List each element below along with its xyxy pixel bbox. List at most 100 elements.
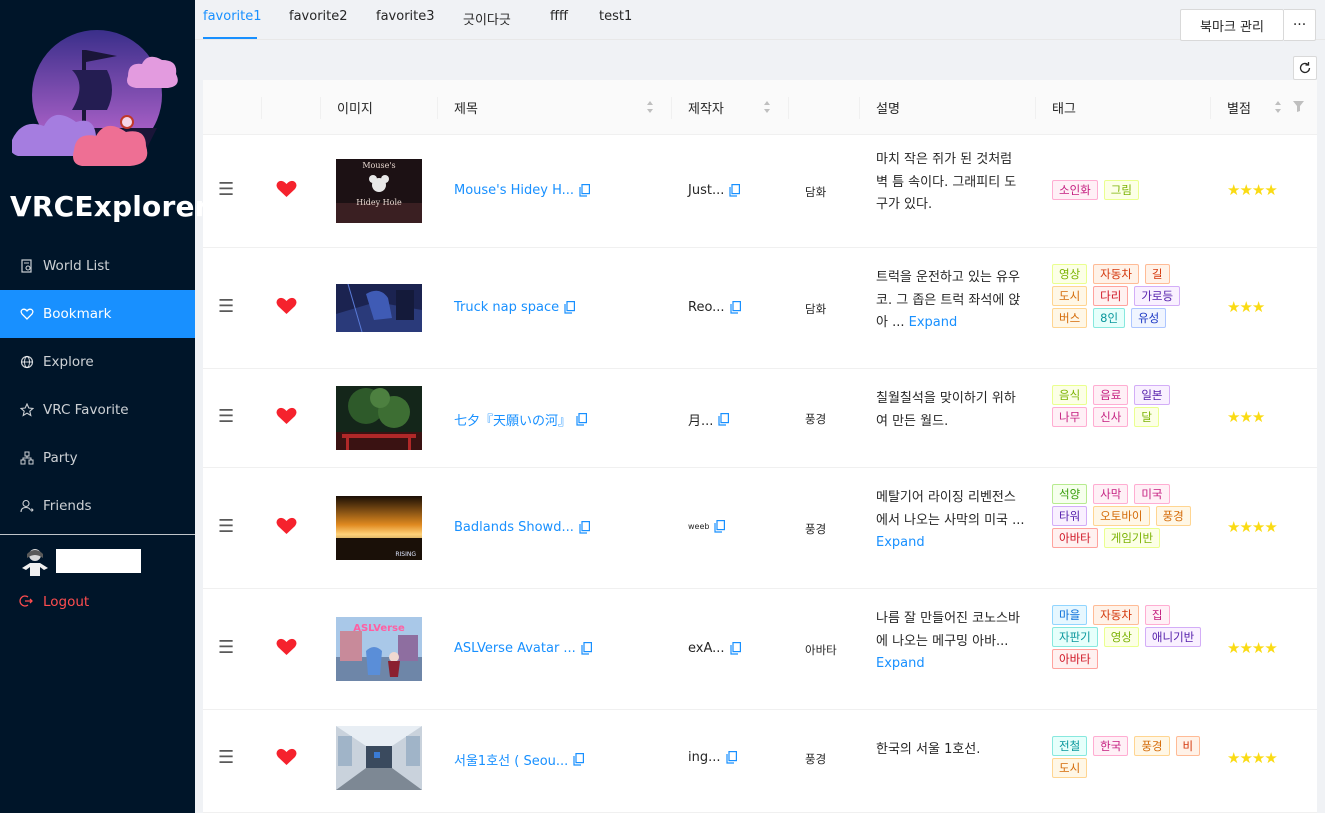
- drag-handle-icon[interactable]: ☰: [218, 516, 234, 537]
- tag[interactable]: 비: [1175, 736, 1201, 756]
- sort-icon[interactable]: [1274, 100, 1282, 114]
- copy-icon[interactable]: [729, 642, 741, 655]
- tag[interactable]: 음료: [1093, 385, 1129, 405]
- tag[interactable]: 그림: [1103, 180, 1139, 200]
- drag-handle-icon[interactable]: ☰: [218, 296, 234, 317]
- tag[interactable]: 나무: [1052, 407, 1088, 427]
- world-title-link[interactable]: Mouse's Hidey H...: [454, 183, 591, 198]
- author-link[interactable]: exA...: [688, 641, 741, 656]
- world-title-link[interactable]: 서울1호선 ( Seou...: [454, 750, 585, 769]
- drag-handle-icon[interactable]: ☰: [218, 179, 234, 200]
- star-rating[interactable]: ★★★: [1227, 298, 1265, 316]
- world-title[interactable]: 서울1호선 ( Seou...: [454, 750, 568, 769]
- heart-icon[interactable]: [276, 180, 297, 198]
- tag[interactable]: 한국: [1093, 736, 1129, 756]
- tag[interactable]: 음식: [1052, 385, 1088, 405]
- tag[interactable]: 버스: [1052, 308, 1088, 328]
- star-rating[interactable]: ★★★★: [1227, 518, 1278, 536]
- logout-button[interactable]: Logout: [19, 594, 89, 610]
- world-thumbnail[interactable]: RISING: [336, 496, 422, 560]
- world-thumbnail[interactable]: Mouse's Hidey Hole: [336, 159, 422, 223]
- tag[interactable]: 집: [1144, 605, 1170, 625]
- reload-button[interactable]: [1293, 56, 1317, 80]
- world-title[interactable]: ASLVerse Avatar ...: [454, 641, 576, 656]
- tab-favorite2[interactable]: favorite2: [289, 9, 348, 24]
- world-title-link[interactable]: 七夕『天願いの河』: [454, 410, 588, 429]
- more-button[interactable]: ···: [1284, 9, 1316, 41]
- drag-handle-icon[interactable]: ☰: [218, 406, 234, 427]
- expand-link[interactable]: Expand: [876, 535, 925, 550]
- tag[interactable]: 영상: [1103, 627, 1139, 647]
- tag[interactable]: 영상: [1052, 264, 1088, 284]
- expand-link[interactable]: Expand: [909, 315, 958, 330]
- world-thumbnail[interactable]: [336, 386, 422, 450]
- author-name[interactable]: Reo...: [688, 300, 725, 315]
- author-link[interactable]: ing...: [688, 750, 737, 765]
- tag[interactable]: 길: [1144, 264, 1170, 284]
- tag[interactable]: 8인: [1093, 308, 1126, 328]
- tag[interactable]: 아바타: [1052, 649, 1098, 669]
- heart-icon[interactable]: [276, 407, 297, 425]
- tag[interactable]: 자동차: [1093, 264, 1139, 284]
- tag[interactable]: 일본: [1134, 385, 1170, 405]
- star-rating[interactable]: ★★★★: [1227, 181, 1278, 199]
- drag-handle-icon[interactable]: ☰: [218, 747, 234, 768]
- drag-handle-icon[interactable]: ☰: [218, 637, 234, 658]
- tag[interactable]: 달: [1134, 407, 1159, 427]
- tab-favorite1[interactable]: favorite1: [203, 9, 262, 24]
- sidebar-item-world-list[interactable]: World List: [0, 242, 195, 290]
- world-title[interactable]: Truck nap space: [454, 300, 559, 315]
- copy-icon[interactable]: [579, 521, 590, 534]
- copy-icon[interactable]: [564, 301, 576, 314]
- sidebar-item-bookmark[interactable]: Bookmark: [0, 290, 195, 338]
- tag[interactable]: 미국: [1134, 484, 1170, 504]
- world-title-link[interactable]: Truck nap space: [454, 300, 576, 315]
- heart-icon[interactable]: [276, 638, 297, 656]
- world-title[interactable]: 七夕『天願いの河』: [454, 410, 571, 429]
- author-name[interactable]: ing...: [688, 750, 721, 765]
- tag[interactable]: 신사: [1093, 407, 1129, 427]
- author-link[interactable]: Just...: [688, 183, 741, 198]
- copy-icon[interactable]: [729, 301, 741, 314]
- tag[interactable]: 유성: [1131, 308, 1167, 328]
- tag[interactable]: 애니기반: [1144, 627, 1202, 647]
- tag[interactable]: 소인화: [1052, 180, 1098, 200]
- tag[interactable]: 자판기: [1052, 627, 1098, 647]
- author-link[interactable]: Reo...: [688, 300, 741, 315]
- star-rating[interactable]: ★★★★: [1227, 749, 1278, 767]
- filter-icon[interactable]: [1293, 101, 1304, 112]
- header-title[interactable]: 제목: [454, 80, 478, 135]
- tag[interactable]: 게임기반: [1103, 528, 1161, 548]
- world-title-link[interactable]: ASLVerse Avatar ...: [454, 641, 592, 656]
- heart-icon[interactable]: [276, 517, 297, 535]
- bookmark-manage-button[interactable]: 북마크 관리: [1180, 9, 1284, 41]
- tag[interactable]: 다리: [1093, 286, 1129, 306]
- copy-icon[interactable]: [576, 413, 588, 426]
- tag[interactable]: 자동차: [1093, 605, 1139, 625]
- tag[interactable]: 풍경: [1134, 736, 1170, 756]
- world-thumbnail[interactable]: ASLVerse: [336, 617, 422, 681]
- author-name[interactable]: Just...: [688, 183, 724, 198]
- tag[interactable]: 타워: [1052, 506, 1088, 526]
- author-link[interactable]: weeb: [688, 520, 726, 533]
- world-thumbnail[interactable]: [336, 284, 422, 332]
- author-name[interactable]: 月...: [688, 410, 713, 429]
- author-name[interactable]: weeb: [688, 522, 709, 531]
- world-thumbnail[interactable]: [336, 726, 422, 790]
- author-link[interactable]: 月...: [688, 410, 730, 429]
- tag[interactable]: 도시: [1052, 758, 1088, 778]
- heart-icon[interactable]: [276, 748, 297, 766]
- tag[interactable]: 사막: [1093, 484, 1129, 504]
- tab-4[interactable]: 긋이다긋: [463, 9, 511, 28]
- world-title-link[interactable]: Badlands Showd...: [454, 520, 590, 535]
- world-title[interactable]: Badlands Showd...: [454, 520, 574, 535]
- copy-icon[interactable]: [718, 413, 730, 426]
- copy-icon[interactable]: [725, 751, 737, 764]
- sidebar-item-vrc-favorite[interactable]: VRC Favorite: [0, 386, 195, 434]
- tag[interactable]: 마을: [1052, 605, 1088, 625]
- star-rating[interactable]: ★★★: [1227, 408, 1265, 426]
- sidebar-item-friends[interactable]: Friends: [0, 482, 195, 530]
- copy-icon[interactable]: [573, 753, 585, 766]
- tab-ffff[interactable]: ffff: [550, 9, 568, 24]
- sort-icon[interactable]: [646, 100, 654, 114]
